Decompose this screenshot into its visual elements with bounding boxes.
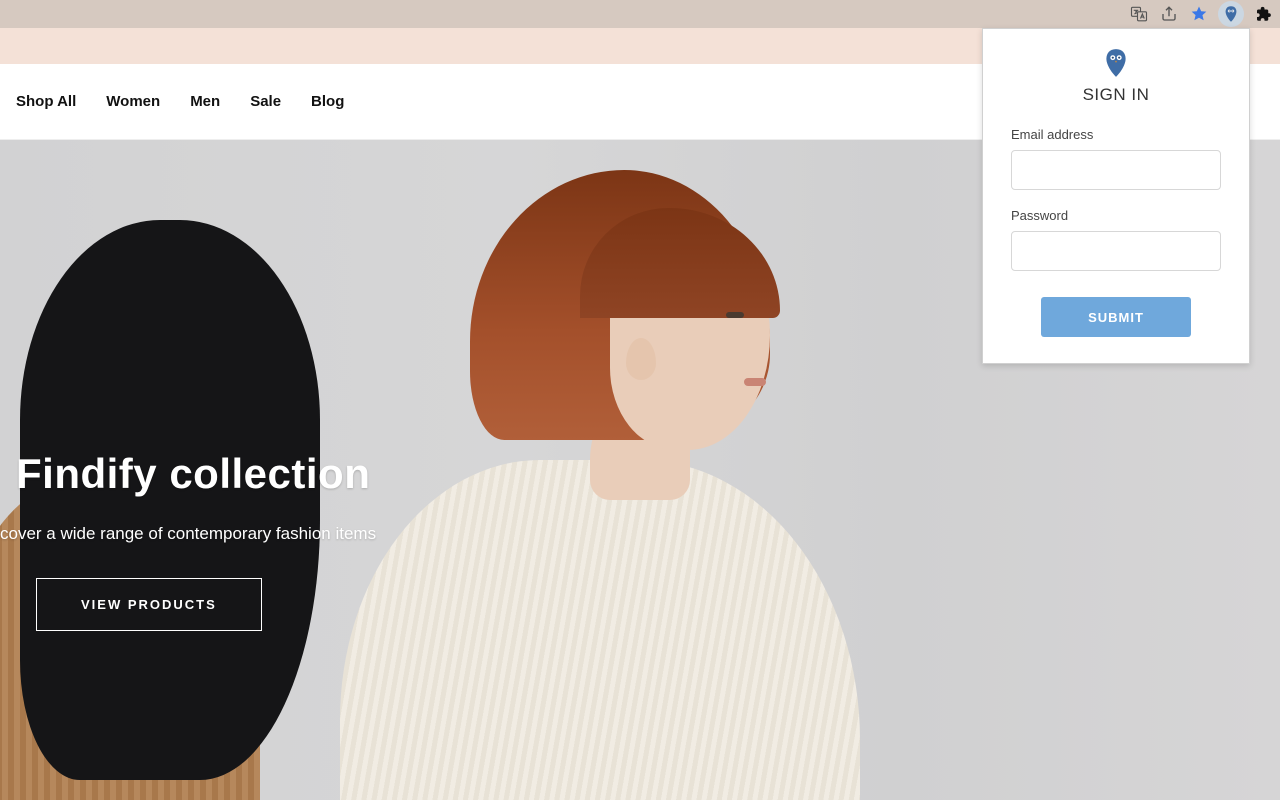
password-input[interactable] (1011, 231, 1221, 271)
extensions-puzzle-icon[interactable] (1252, 3, 1274, 25)
submit-button[interactable]: SUBMIT (1041, 297, 1191, 337)
view-products-button[interactable]: VIEW PRODUCTS (36, 578, 262, 631)
nav-item-women[interactable]: Women (106, 93, 160, 110)
translate-icon[interactable] (1128, 3, 1150, 25)
hero-title: Findify collection (16, 450, 376, 498)
email-label: Email address (1011, 127, 1221, 142)
owl-extension-icon[interactable] (1218, 1, 1244, 27)
nav-item-shop-all[interactable]: Shop All (16, 93, 76, 110)
nav-item-men[interactable]: Men (190, 93, 220, 110)
extension-signin-popup: SIGN IN Email address Password SUBMIT (982, 28, 1250, 364)
hero-text-block: Findify collection cover a wide range of… (0, 450, 376, 631)
password-label: Password (1011, 208, 1221, 223)
email-input[interactable] (1011, 150, 1221, 190)
extension-logo-icon (1011, 47, 1221, 79)
bookmark-star-icon[interactable] (1188, 3, 1210, 25)
signin-title: SIGN IN (1011, 85, 1221, 105)
hero-figure-2 (330, 140, 850, 800)
share-icon[interactable] (1158, 3, 1180, 25)
hero-subtitle: cover a wide range of contemporary fashi… (0, 524, 376, 544)
nav-item-sale[interactable]: Sale (250, 93, 281, 110)
browser-toolbar (0, 0, 1280, 28)
nav-item-blog[interactable]: Blog (311, 93, 344, 110)
